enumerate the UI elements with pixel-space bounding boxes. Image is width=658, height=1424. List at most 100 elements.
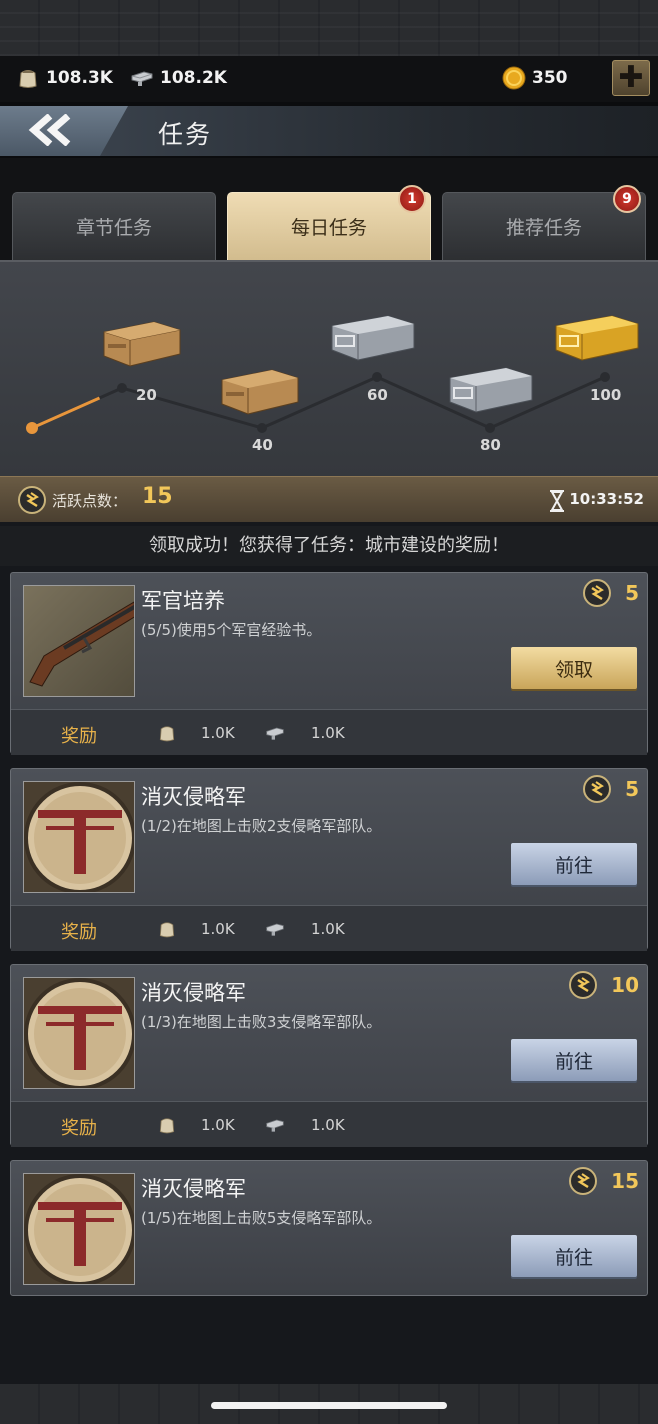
food-value: 108.3K <box>46 68 113 88</box>
claim-button-label: 领取 <box>554 658 593 681</box>
milestone-dot <box>117 383 127 393</box>
go-button[interactable]: 前往 <box>511 1039 637 1081</box>
supply-sack-icon <box>19 70 37 88</box>
task-points-value: 15 <box>611 1169 639 1193</box>
supply-sack-icon <box>159 1118 175 1134</box>
reward-label: 奖励 <box>61 726 97 747</box>
steel-value: 108.2K <box>160 68 227 88</box>
go-button-label: 前往 <box>554 1050 593 1073</box>
progress-fill <box>31 396 101 430</box>
task-card: 军官培养 (5/5)使用5个军官经验书。 5 领取 奖励 1.0K 1.0K <box>10 572 648 755</box>
food-resource[interactable]: 108.3K <box>16 66 113 90</box>
back-button[interactable] <box>28 112 78 148</box>
notification-badge: 1 <box>398 185 426 213</box>
activity-value: 15 <box>142 484 173 509</box>
go-button[interactable]: 前往 <box>511 1235 637 1277</box>
task-points: 5 <box>583 775 639 803</box>
milestone-dot <box>600 372 610 382</box>
reward-value: 1.0K <box>311 920 345 938</box>
milestone-label: 100 <box>590 386 622 404</box>
invader-emblem-image <box>23 1173 135 1285</box>
reward-row: 奖励 1.0K 1.0K <box>11 905 647 951</box>
steel-chest-icon[interactable] <box>331 315 415 361</box>
activity-bar: 活跃点数： 15 10:33:52 <box>0 476 658 522</box>
double-chevron-left-icon <box>28 114 71 146</box>
progress-track <box>26 315 639 434</box>
invader-emblem-image <box>23 781 135 893</box>
hourglass-icon <box>550 490 564 512</box>
wooden-chest-icon[interactable] <box>221 369 299 415</box>
tab-label: 章节任务 <box>75 217 152 239</box>
reward-label: 奖励 <box>61 1118 97 1139</box>
task-points: 5 <box>583 579 639 607</box>
tab-label: 推荐任务 <box>505 217 582 239</box>
activity-badge-icon <box>569 971 598 999</box>
milestone-label: 80 <box>480 436 501 454</box>
activity-badge-icon <box>583 579 612 607</box>
gold-coin-icon <box>502 66 526 90</box>
go-button[interactable]: 前往 <box>511 843 637 885</box>
tab-chapter-tasks[interactable]: 章节任务 <box>12 192 216 260</box>
title-bar: 任务 <box>0 102 658 158</box>
activity-badge-icon <box>569 1167 598 1195</box>
task-card: 消灭侵略军 (1/3)在地图上击败3支侵略军部队。 10 前往 奖励 1.0K … <box>10 964 648 1147</box>
tab-label: 每日任务 <box>290 217 367 239</box>
milestone-dot <box>485 423 495 433</box>
task-title: 消灭侵略军 <box>141 1177 246 1201</box>
task-card: 消灭侵略军 (1/5)在地图上击败5支侵略军部队。 15 前往 <box>10 1160 648 1296</box>
reward-item: 1.0K <box>157 1115 235 1135</box>
task-description: (1/5)在地图上击败5支侵略军部队。 <box>141 1209 382 1227</box>
resource-bar: 108.3K 108.2K 350 ✚ <box>0 56 658 102</box>
top-background <box>0 0 658 56</box>
tab-daily-tasks[interactable]: 每日任务 1 <box>227 185 431 260</box>
milestone-label: 40 <box>252 436 273 454</box>
reward-row: 奖励 1.0K 1.0K <box>11 1101 647 1147</box>
activity-badge-icon <box>18 486 46 514</box>
reward-label: 奖励 <box>61 922 97 943</box>
task-points-value: 5 <box>625 581 639 605</box>
steel-ingot-icon <box>131 71 153 86</box>
home-indicator[interactable] <box>211 1402 447 1409</box>
notification-badge: 9 <box>613 185 641 213</box>
rifle-image <box>23 585 135 697</box>
reward-item: 1.0K <box>263 919 345 939</box>
reward-value: 1.0K <box>201 724 235 742</box>
task-description: (1/3)在地图上击败3支侵略军部队。 <box>141 1013 382 1031</box>
reward-value: 1.0K <box>201 1116 235 1134</box>
gold-value: 350 <box>532 68 568 88</box>
add-gold-button[interactable]: ✚ <box>612 60 650 96</box>
claim-button[interactable]: 领取 <box>511 647 637 689</box>
tab-bar: 章节任务 每日任务 1 推荐任务 9 <box>0 158 658 260</box>
activity-label: 活跃点数： <box>52 492 128 510</box>
reward-value: 1.0K <box>201 920 235 938</box>
milestone-dot <box>257 423 267 433</box>
reward-item: 1.0K <box>263 723 345 743</box>
steel-resource[interactable]: 108.2K <box>130 66 227 90</box>
task-card: 消灭侵略军 (1/2)在地图上击败2支侵略军部队。 5 前往 奖励 1.0K 1… <box>10 768 648 951</box>
milestone-dot <box>372 372 382 382</box>
steel-ingot-icon <box>266 923 284 936</box>
task-points: 10 <box>569 971 639 999</box>
reward-value: 1.0K <box>311 724 345 742</box>
reward-value: 1.0K <box>311 1116 345 1134</box>
task-points: 15 <box>569 1167 639 1195</box>
activity-progress-panel: 20 40 60 80 100 <box>0 260 658 476</box>
steel-chest-icon[interactable] <box>449 367 533 413</box>
steel-ingot-icon <box>266 1119 284 1132</box>
refresh-timer: 10:33:52 <box>569 490 644 508</box>
reward-toast: 领取成功！您获得了任务：城市建设的奖励！ <box>0 526 658 566</box>
go-button-label: 前往 <box>554 1246 593 1269</box>
gold-chest-icon[interactable] <box>555 315 639 361</box>
page-title: 任务 <box>158 120 213 149</box>
milestone-label: 20 <box>136 386 157 404</box>
task-title: 消灭侵略军 <box>141 981 246 1005</box>
gold-resource[interactable]: 350 <box>502 66 568 90</box>
task-description: (1/2)在地图上击败2支侵略军部队。 <box>141 817 382 835</box>
tab-recommended-tasks[interactable]: 推荐任务 9 <box>442 185 646 260</box>
wooden-chest-icon[interactable] <box>103 321 181 367</box>
invader-emblem-image <box>23 977 135 1089</box>
progress-start-dot <box>26 422 38 434</box>
reward-item: 1.0K <box>263 1115 345 1135</box>
task-title: 军官培养 <box>141 589 225 613</box>
activity-badge-icon <box>583 775 612 803</box>
